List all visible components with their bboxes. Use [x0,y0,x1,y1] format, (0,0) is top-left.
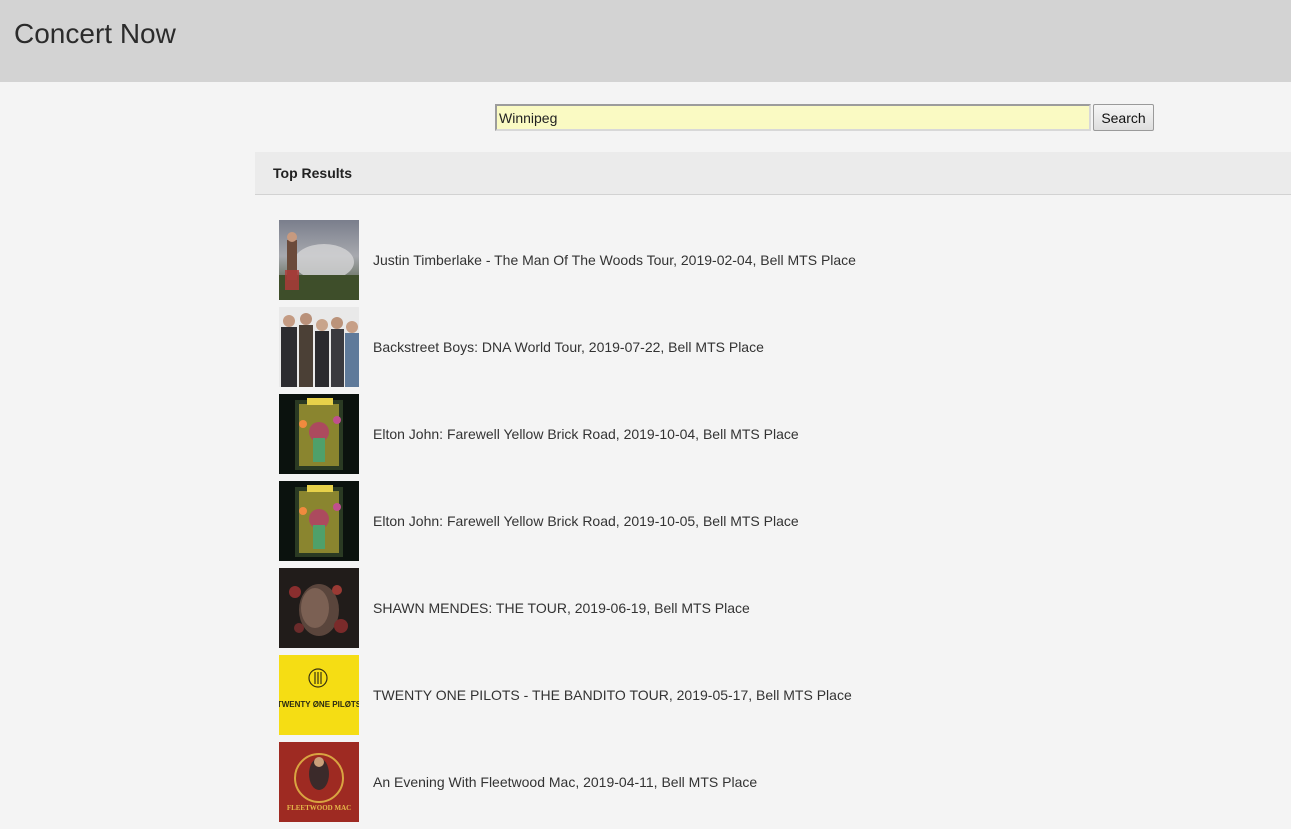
result-item[interactable]: Justin Timberlake - The Man Of The Woods… [279,220,1279,300]
search-input[interactable] [495,104,1091,131]
search-button[interactable]: Search [1093,104,1154,131]
concert-thumbnail[interactable] [279,394,359,474]
thumb-logo-text: FLEETWOOD MAC [287,804,351,812]
concert-thumbnail[interactable] [279,307,359,387]
app-title: Concert Now [14,18,176,49]
thumb-logo-text: TWENTY ØNE PILØTS [279,700,359,709]
result-text[interactable]: Backstreet Boys: DNA World Tour, 2019-07… [373,339,764,355]
results-list: Justin Timberlake - The Man Of The Woods… [279,220,1279,829]
concert-thumbnail[interactable] [279,481,359,561]
concert-thumbnail[interactable]: FLEETWOOD MAC [279,742,359,822]
result-text[interactable]: Elton John: Farewell Yellow Brick Road, … [373,426,799,442]
result-text[interactable]: TWENTY ONE PILOTS - THE BANDITO TOUR, 20… [373,687,852,703]
result-item[interactable]: Elton John: Farewell Yellow Brick Road, … [279,481,1279,561]
result-item[interactable]: Backstreet Boys: DNA World Tour, 2019-07… [279,307,1279,387]
concert-thumbnail[interactable]: TWENTY ØNE PILØTS [279,655,359,735]
result-text[interactable]: Justin Timberlake - The Man Of The Woods… [373,252,856,268]
concert-thumbnail[interactable] [279,220,359,300]
result-item[interactable]: SHAWN MENDES: THE TOUR, 2019-06-19, Bell… [279,568,1279,648]
results-heading: Top Results [273,165,353,181]
result-item[interactable]: FLEETWOOD MAC An Evening With Fleetwood … [279,742,1279,822]
results-header: Top Results [255,152,1291,195]
result-text[interactable]: An Evening With Fleetwood Mac, 2019-04-1… [373,774,757,790]
concert-thumbnail[interactable] [279,568,359,648]
result-text[interactable]: Elton John: Farewell Yellow Brick Road, … [373,513,799,529]
result-text[interactable]: SHAWN MENDES: THE TOUR, 2019-06-19, Bell… [373,600,750,616]
result-item[interactable]: Elton John: Farewell Yellow Brick Road, … [279,394,1279,474]
app-header: Concert Now [0,0,1291,82]
result-item[interactable]: TWENTY ØNE PILØTS TWENTY ONE PILOTS - TH… [279,655,1279,735]
